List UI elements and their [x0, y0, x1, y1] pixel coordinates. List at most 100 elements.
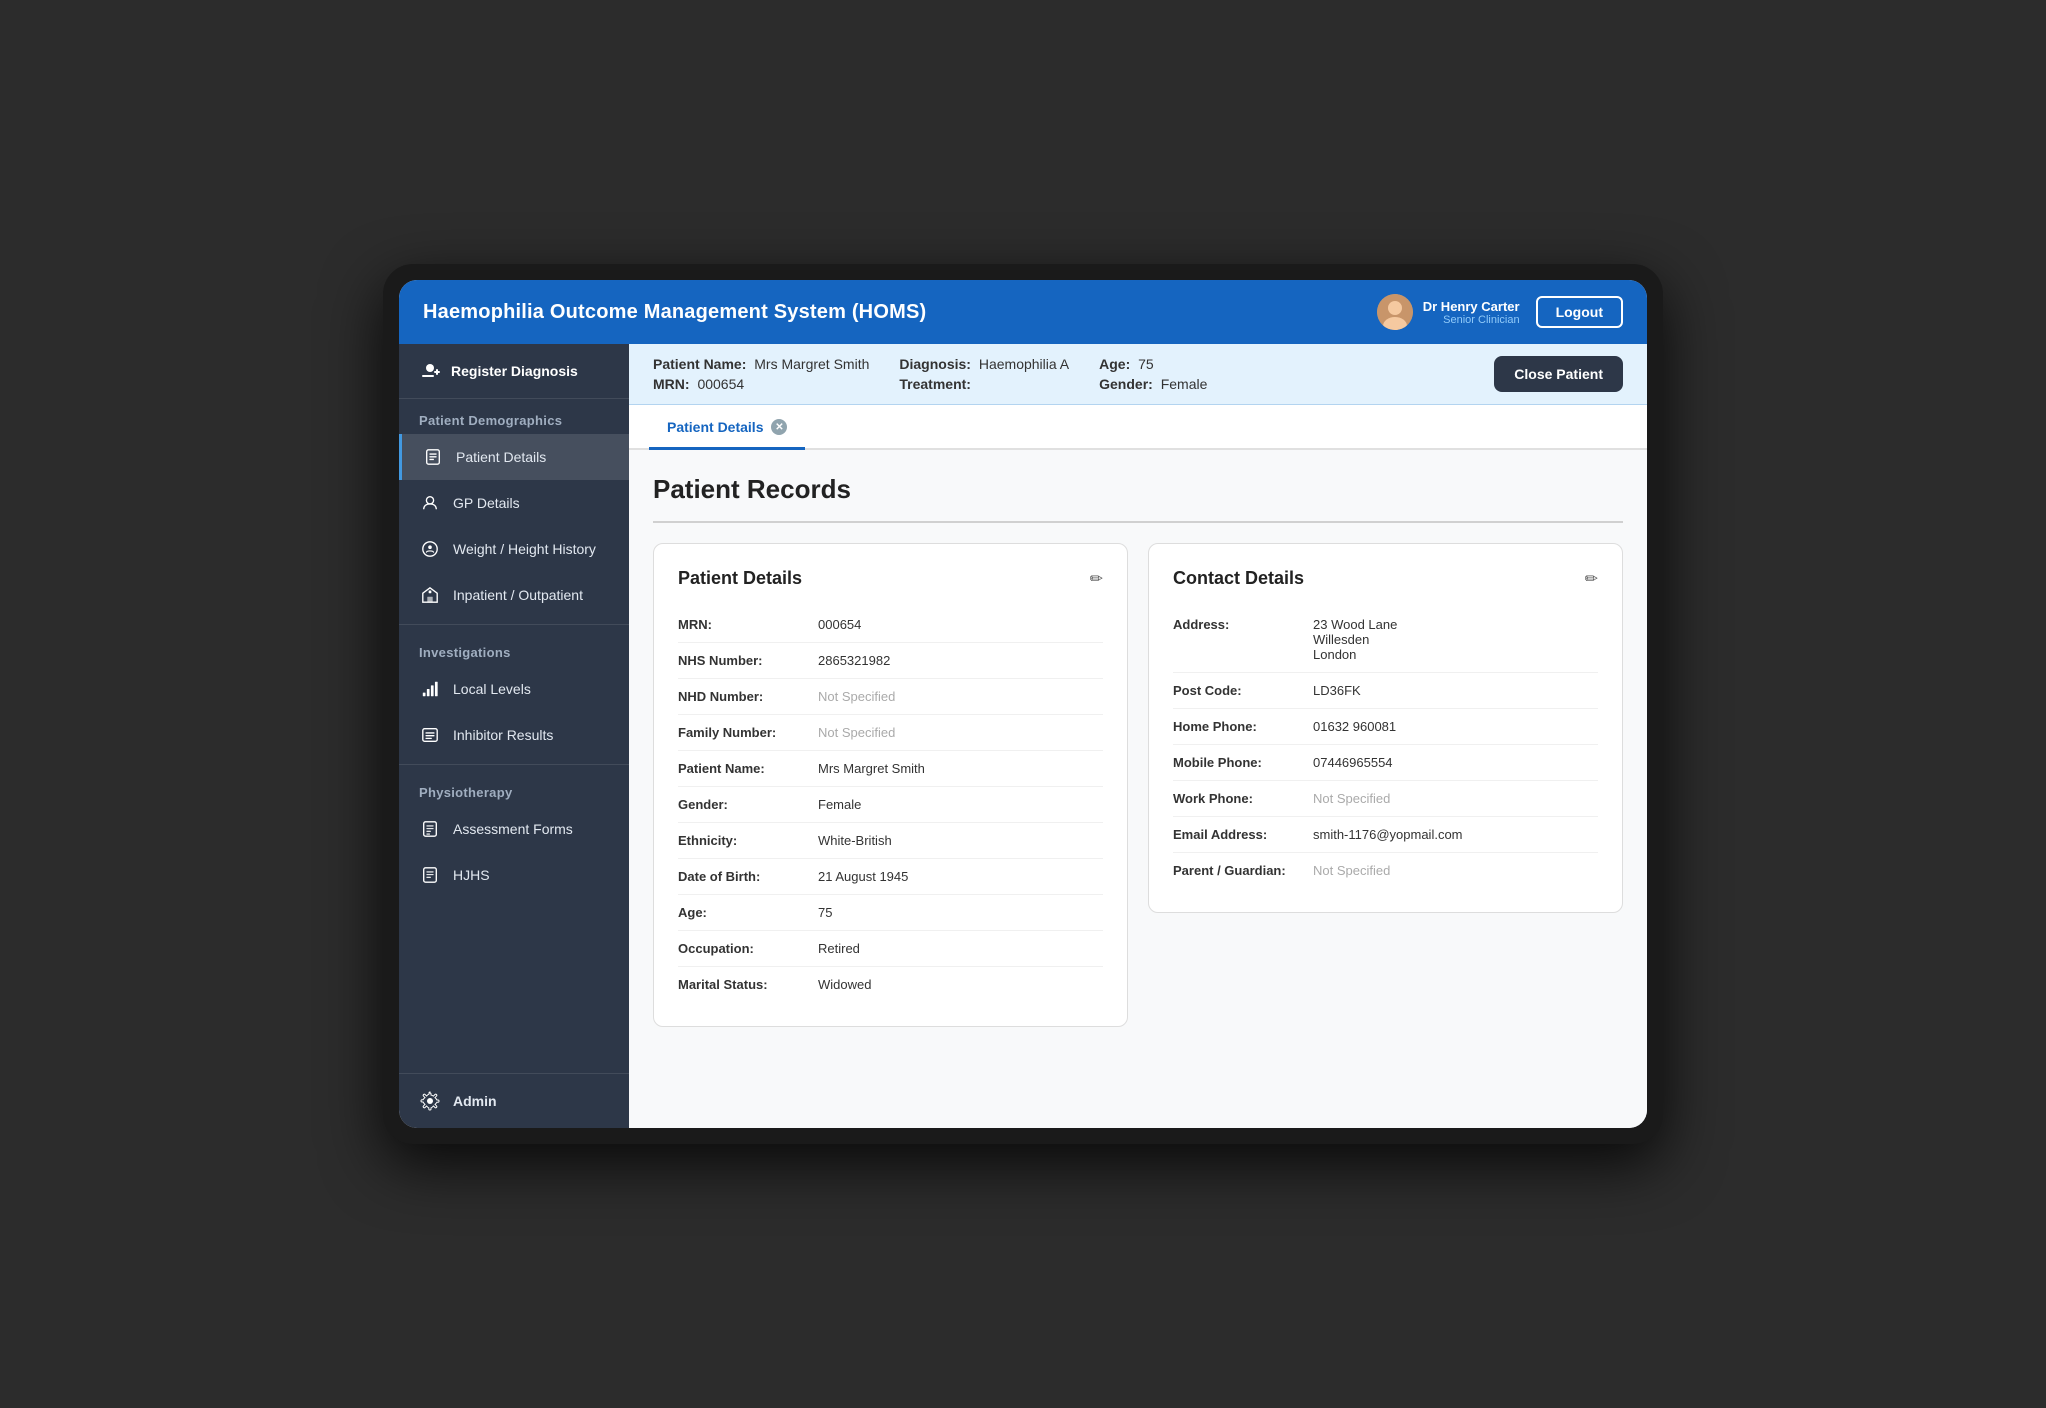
- field-label: Patient Name:: [678, 761, 818, 776]
- field-row: Post Code:LD36FK: [1173, 673, 1598, 709]
- user-role: Senior Clinician: [1423, 314, 1520, 326]
- hjhs-label: HJHS: [453, 867, 490, 883]
- field-row: Date of Birth:21 August 1945: [678, 859, 1103, 895]
- inhibitor-results-label: Inhibitor Results: [453, 727, 553, 743]
- field-row: Age:75: [678, 895, 1103, 931]
- register-icon: [419, 360, 441, 382]
- patient-details-label: Patient Details: [456, 449, 546, 465]
- assessment-forms-icon: [419, 818, 441, 840]
- patient-details-edit-icon[interactable]: ✏: [1090, 569, 1103, 589]
- field-value: Retired: [818, 941, 1103, 956]
- sidebar-item-hjhs[interactable]: HJHS: [399, 852, 629, 898]
- treatment-field: Treatment:: [899, 376, 1069, 392]
- patient-fields: MRN:000654NHS Number:2865321982NHD Numbe…: [678, 607, 1103, 1002]
- field-value: Not Specified: [1313, 791, 1598, 806]
- field-label: Address:: [1173, 617, 1313, 632]
- field-label: Post Code:: [1173, 683, 1313, 698]
- sidebar-item-gp-details[interactable]: GP Details: [399, 480, 629, 526]
- section-investigations: Investigations: [399, 631, 629, 666]
- field-row: Ethnicity:White-British: [678, 823, 1103, 859]
- field-label: Marital Status:: [678, 977, 818, 992]
- field-value: Female: [818, 797, 1103, 812]
- mrn-field: MRN: 000654: [653, 376, 869, 392]
- field-label: Mobile Phone:: [1173, 755, 1313, 770]
- contact-details-edit-icon[interactable]: ✏: [1585, 569, 1598, 589]
- field-row: Home Phone:01632 960081: [1173, 709, 1598, 745]
- field-value: 000654: [818, 617, 1103, 632]
- field-label: Ethnicity:: [678, 833, 818, 848]
- patient-name-field: Patient Name: Mrs Margret Smith: [653, 356, 869, 372]
- inhibitor-icon: [419, 724, 441, 746]
- field-label: MRN:: [678, 617, 818, 632]
- register-diagnosis-label: Register Diagnosis: [451, 363, 578, 379]
- page-title: Patient Records: [653, 474, 1623, 523]
- field-row: Patient Name:Mrs Margret Smith: [678, 751, 1103, 787]
- logout-button[interactable]: Logout: [1536, 296, 1623, 328]
- user-text: Dr Henry Carter Senior Clinician: [1423, 299, 1520, 326]
- sidebar-item-local-levels[interactable]: Local Levels: [399, 666, 629, 712]
- cards-row: Patient Details ✏ MRN:000654NHS Number:2…: [653, 543, 1623, 1027]
- field-value: smith-1176@yopmail.com: [1313, 827, 1598, 842]
- field-label: Gender:: [678, 797, 818, 812]
- contact-details-card: Contact Details ✏ Address:23 Wood Lane W…: [1148, 543, 1623, 913]
- patient-details-icon: [422, 446, 444, 468]
- field-label: Date of Birth:: [678, 869, 818, 884]
- patient-details-card: Patient Details ✏ MRN:000654NHS Number:2…: [653, 543, 1128, 1027]
- field-row: MRN:000654: [678, 607, 1103, 643]
- inpatient-icon: [419, 584, 441, 606]
- field-value: 23 Wood Lane Willesden London: [1313, 617, 1598, 662]
- admin-icon: [419, 1090, 441, 1112]
- gp-details-label: GP Details: [453, 495, 520, 511]
- field-row: Occupation:Retired: [678, 931, 1103, 967]
- field-label: NHS Number:: [678, 653, 818, 668]
- field-row: Marital Status:Widowed: [678, 967, 1103, 1002]
- field-row: Parent / Guardian:Not Specified: [1173, 853, 1598, 888]
- field-value: 75: [818, 905, 1103, 920]
- sidebar-item-inhibitor-results[interactable]: Inhibitor Results: [399, 712, 629, 758]
- inpatient-label: Inpatient / Outpatient: [453, 587, 583, 603]
- weight-height-label: Weight / Height History: [453, 541, 596, 557]
- field-label: Email Address:: [1173, 827, 1313, 842]
- contact-details-card-title: Contact Details: [1173, 568, 1304, 589]
- sidebar-item-assessment-forms[interactable]: Assessment Forms: [399, 806, 629, 852]
- field-value: Not Specified: [818, 689, 1103, 704]
- field-label: Family Number:: [678, 725, 818, 740]
- section-patient-demographics: Patient Demographics: [399, 399, 629, 434]
- local-levels-icon: [419, 678, 441, 700]
- content-area: Patient Records Patient Details ✏ MRN:00…: [629, 450, 1647, 1128]
- diagnosis-field: Diagnosis: Haemophilia A: [899, 356, 1069, 372]
- field-label: Parent / Guardian:: [1173, 863, 1313, 878]
- close-patient-button[interactable]: Close Patient: [1494, 356, 1623, 392]
- user-info: Dr Henry Carter Senior Clinician: [1377, 294, 1520, 330]
- assessment-forms-label: Assessment Forms: [453, 821, 573, 837]
- field-row: Work Phone:Not Specified: [1173, 781, 1598, 817]
- divider-1: [399, 624, 629, 625]
- tab-label: Patient Details: [667, 419, 763, 435]
- field-value: 2865321982: [818, 653, 1103, 668]
- header-right: Dr Henry Carter Senior Clinician Logout: [1377, 294, 1623, 330]
- tab-patient-details[interactable]: Patient Details ✕: [649, 405, 805, 450]
- field-value: Not Specified: [818, 725, 1103, 740]
- contact-fields: Address:23 Wood Lane Willesden London Pos…: [1173, 607, 1598, 888]
- user-name: Dr Henry Carter: [1423, 299, 1520, 314]
- field-value: LD36FK: [1313, 683, 1598, 698]
- app-title: Haemophilia Outcome Management System (H…: [423, 301, 926, 324]
- tab-close-button[interactable]: ✕: [771, 419, 787, 435]
- field-label: Age:: [678, 905, 818, 920]
- sidebar-item-patient-details[interactable]: Patient Details: [399, 434, 629, 480]
- patient-bar: Patient Name: Mrs Margret Smith Diagnosi…: [629, 344, 1647, 405]
- admin-button[interactable]: Admin: [399, 1073, 629, 1128]
- right-panel: Patient Name: Mrs Margret Smith Diagnosi…: [629, 344, 1647, 1128]
- field-value: Widowed: [818, 977, 1103, 992]
- gender-field: Gender: Female: [1099, 376, 1207, 392]
- register-diagnosis-button[interactable]: Register Diagnosis: [399, 344, 629, 399]
- age-field: Age: 75: [1099, 356, 1207, 372]
- sidebar-item-weight-height[interactable]: Weight / Height History: [399, 526, 629, 572]
- sidebar-item-inpatient-outpatient[interactable]: Inpatient / Outpatient: [399, 572, 629, 618]
- field-label: Work Phone:: [1173, 791, 1313, 806]
- hjhs-icon: [419, 864, 441, 886]
- field-row: Family Number:Not Specified: [678, 715, 1103, 751]
- device-frame: Haemophilia Outcome Management System (H…: [383, 264, 1663, 1144]
- contact-details-card-header: Contact Details ✏: [1173, 568, 1598, 589]
- field-row: Gender:Female: [678, 787, 1103, 823]
